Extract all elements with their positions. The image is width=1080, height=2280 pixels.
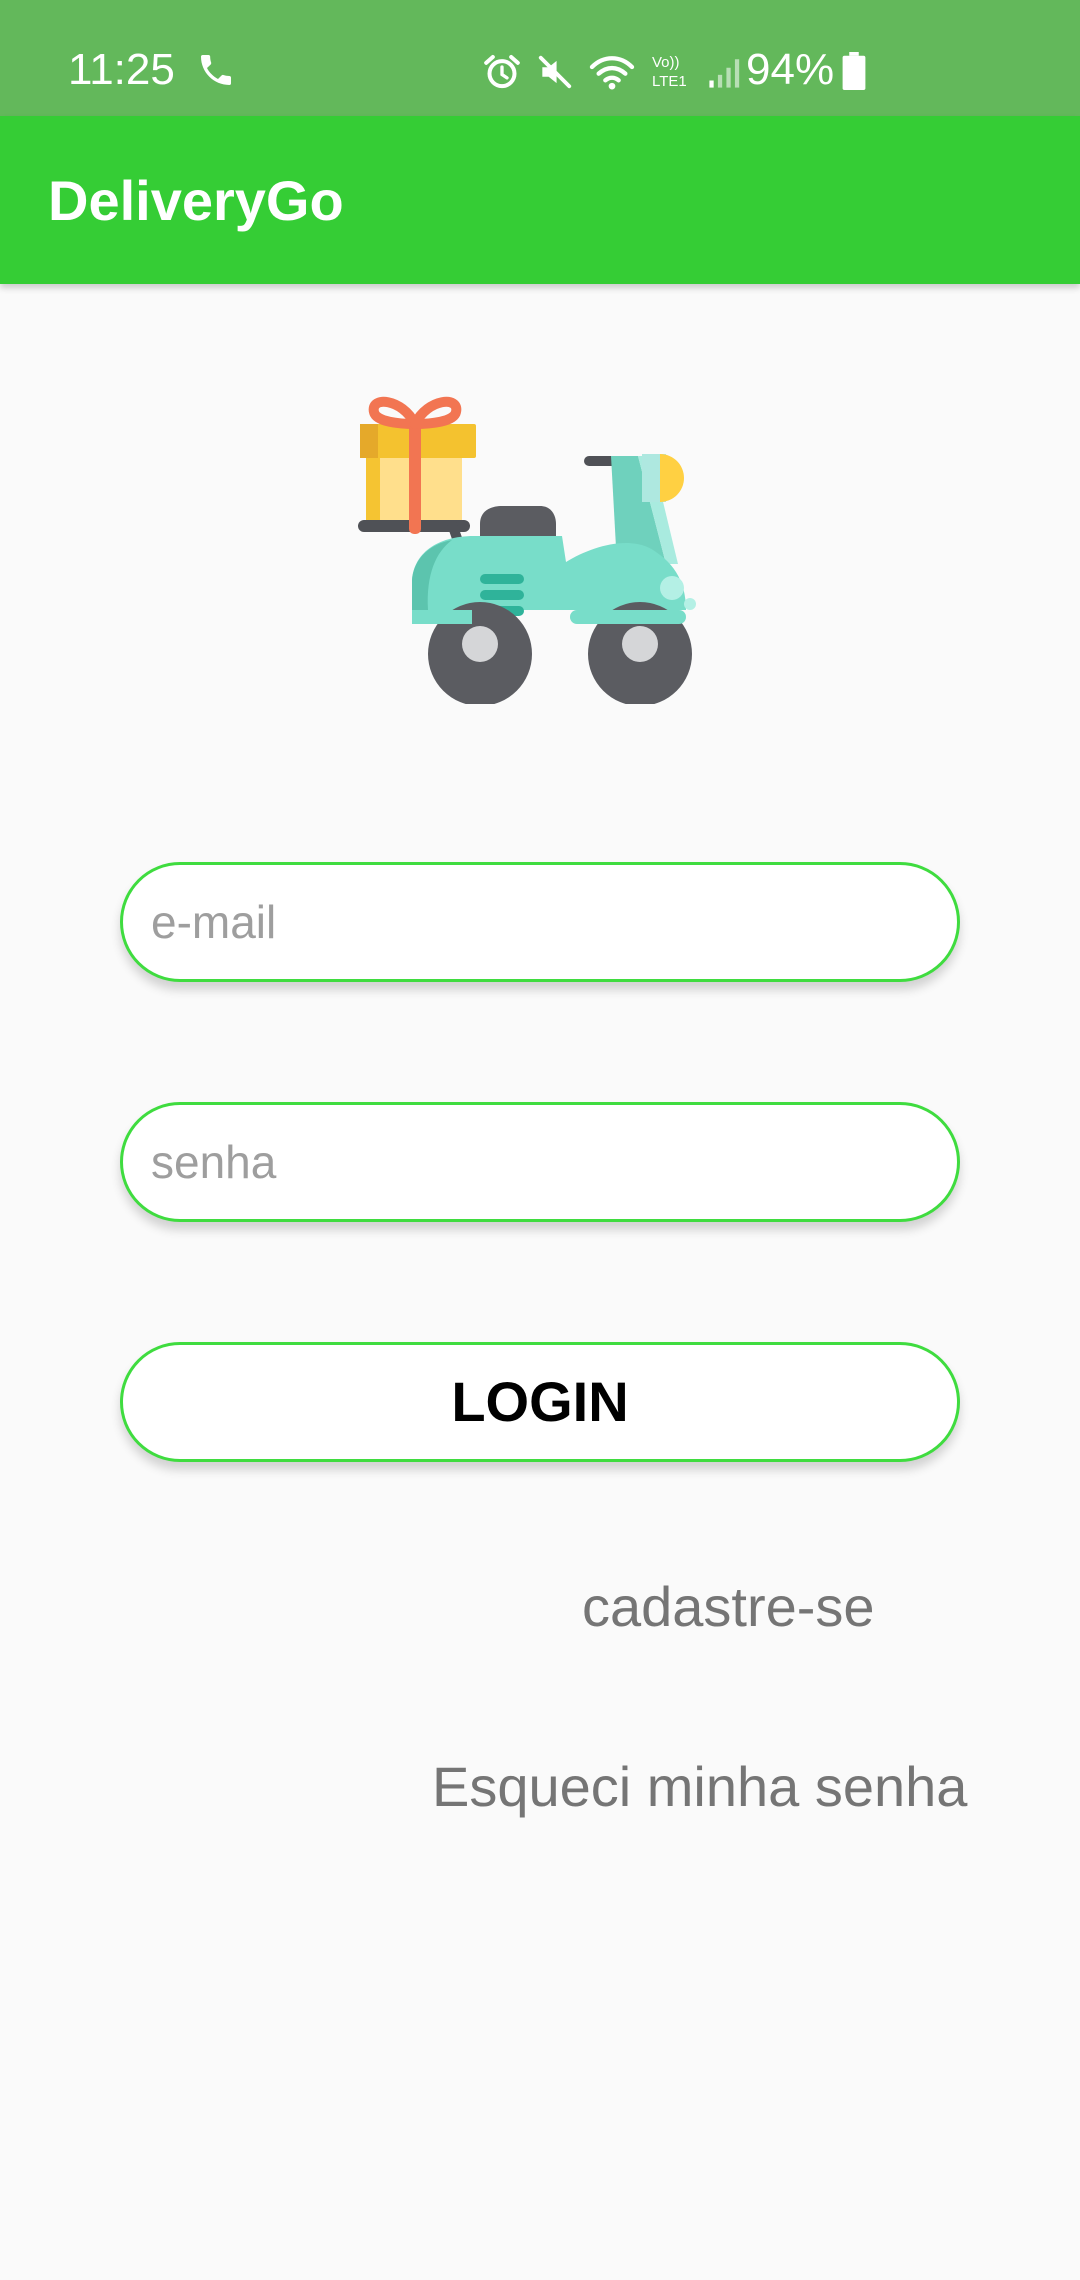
status-time: 11:25 bbox=[68, 45, 175, 94]
mute-icon bbox=[538, 55, 572, 89]
signup-link[interactable]: cadastre-se bbox=[582, 1574, 875, 1640]
email-input[interactable] bbox=[151, 865, 931, 979]
password-field[interactable] bbox=[120, 1102, 960, 1222]
svg-text:Vo)): Vo)) bbox=[652, 54, 680, 71]
login-button[interactable]: LOGIN bbox=[120, 1342, 960, 1462]
svg-text:LTE1: LTE1 bbox=[652, 73, 687, 90]
volte-icon: Vo)) LTE1 bbox=[652, 54, 687, 90]
status-icons: Vo)) LTE1 bbox=[482, 44, 756, 100]
app-bar: DeliveryGo bbox=[0, 116, 1080, 284]
delivery-scooter-icon bbox=[358, 396, 696, 704]
battery-percent: 94% bbox=[746, 45, 835, 94]
forgot-password-link[interactable]: Esqueci minha senha bbox=[432, 1754, 967, 1820]
password-input[interactable] bbox=[151, 1105, 931, 1219]
wifi-icon bbox=[589, 56, 635, 90]
phone-icon bbox=[201, 55, 231, 85]
email-field[interactable] bbox=[120, 862, 960, 982]
login-button-label: LOGIN bbox=[451, 1370, 629, 1433]
battery-icon bbox=[842, 52, 866, 90]
status-bar: 11:25 Vo)) LTE1 94% bbox=[0, 0, 1080, 116]
alarm-icon bbox=[484, 55, 520, 89]
signal-icon bbox=[709, 59, 740, 88]
app-title: DeliveryGo bbox=[48, 169, 344, 232]
